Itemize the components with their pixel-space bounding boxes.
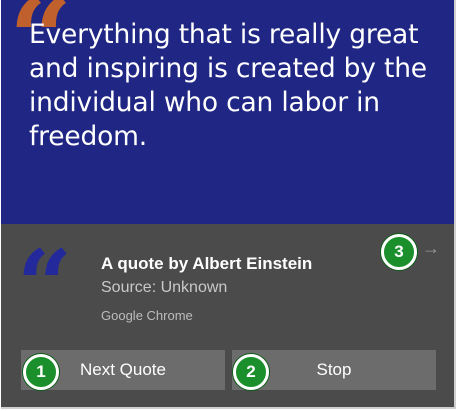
callout-badge-1: 1 (23, 354, 59, 390)
notification-title: A quote by Albert Einstein (101, 254, 313, 273)
arrow-right-icon[interactable]: → (421, 235, 441, 261)
notification-toast: “ Everything that is really great and in… (1, 0, 456, 409)
app-name: Google Chrome (101, 308, 193, 323)
callout-badge-2: 2 (233, 354, 269, 390)
quote-mark-icon: “ (17, 229, 72, 342)
quote-text: Everything that is really great and insp… (29, 19, 427, 152)
notification-source: Source: Unknown (101, 279, 228, 296)
quote-hero: “ Everything that is really great and in… (1, 0, 454, 224)
callout-badge-3: 3 (381, 234, 417, 270)
